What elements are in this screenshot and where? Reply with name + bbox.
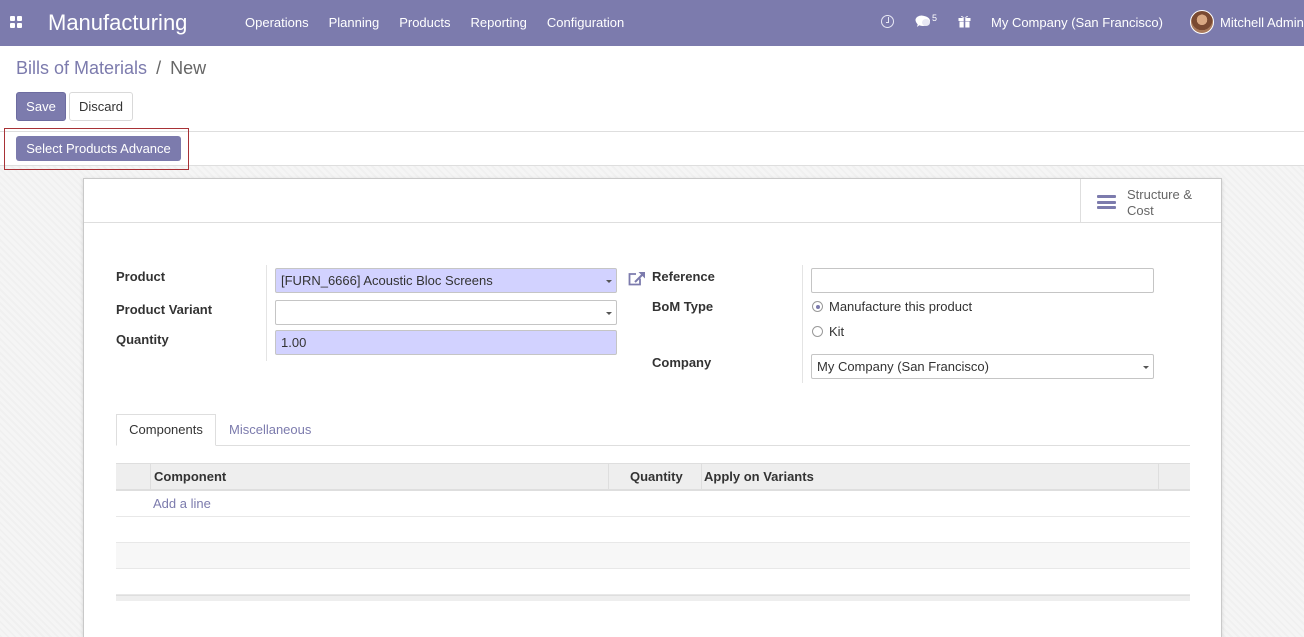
- tab-components[interactable]: Components: [116, 414, 216, 446]
- main-menu: Operations Planning Products Reporting C…: [235, 0, 634, 46]
- form-sheet: Structure & Cost Product Product Variant…: [83, 178, 1222, 637]
- gift-icon[interactable]: [958, 14, 971, 28]
- user-menu[interactable]: Mitchell Admin: [1220, 0, 1304, 46]
- breadcrumb-current: New: [170, 58, 207, 78]
- company-select[interactable]: My Company (San Francisco): [811, 354, 1154, 379]
- product-select[interactable]: [FURN_6666] Acoustic Bloc Screens: [275, 268, 617, 293]
- menu-item-operations[interactable]: Operations: [235, 0, 319, 46]
- column-header-component[interactable]: Component: [154, 464, 226, 489]
- add-a-line-link[interactable]: Add a line: [153, 496, 211, 511]
- discard-button[interactable]: Discard: [69, 92, 133, 121]
- column-header-quantity[interactable]: Quantity: [630, 464, 683, 489]
- column-separator: [608, 464, 609, 489]
- bom-type-label: BoM Type: [652, 299, 714, 314]
- menu-item-products[interactable]: Products: [389, 0, 460, 46]
- company-switcher[interactable]: My Company (San Francisco): [991, 0, 1163, 46]
- right-group-separator: [802, 265, 803, 383]
- product-select-value: [FURN_6666] Acoustic Bloc Screens: [281, 273, 493, 288]
- menu-item-reporting[interactable]: Reporting: [461, 0, 537, 46]
- bom-type-manufacture-label[interactable]: Manufacture this product: [829, 299, 972, 314]
- breadcrumb-parent[interactable]: Bills of Materials: [16, 58, 147, 78]
- smart-button-box: Structure & Cost: [84, 179, 1221, 223]
- menu-item-configuration[interactable]: Configuration: [537, 0, 634, 46]
- company-value: My Company (San Francisco): [817, 359, 989, 374]
- quantity-label: Quantity: [116, 332, 169, 347]
- breadcrumb: Bills of Materials / New: [16, 58, 206, 79]
- company-label: Company: [652, 355, 712, 370]
- reference-input[interactable]: [811, 268, 1154, 293]
- top-navbar: Manufacturing Operations Planning Produc…: [0, 0, 1304, 46]
- bom-type-manufacture-radio[interactable]: [812, 301, 823, 312]
- column-header-apply-on-variants[interactable]: Apply on Variants: [704, 464, 814, 489]
- user-avatar[interactable]: [1190, 10, 1214, 34]
- breadcrumb-separator: /: [156, 58, 162, 78]
- chevron-down-icon: [1143, 366, 1149, 369]
- form-header-statusbar: [0, 132, 1304, 166]
- components-table-header: Component Quantity Apply on Variants: [116, 463, 1190, 491]
- activity-clock-icon[interactable]: [881, 15, 894, 28]
- save-button[interactable]: Save: [16, 92, 66, 121]
- app-title[interactable]: Manufacturing: [48, 10, 187, 36]
- messages-chat-icon[interactable]: [915, 15, 930, 27]
- table-row: [116, 543, 1190, 569]
- table-row: [116, 517, 1190, 543]
- bars-icon: [1097, 195, 1116, 209]
- column-separator: [150, 464, 151, 489]
- product-label: Product: [116, 269, 166, 284]
- left-group-separator: [266, 265, 267, 361]
- table-row: [116, 569, 1190, 595]
- chevron-down-icon: [606, 312, 612, 315]
- quantity-value: 1.00: [281, 335, 307, 350]
- external-link-icon[interactable]: [628, 271, 646, 287]
- quantity-input[interactable]: 1.00: [275, 330, 617, 355]
- highlight-annotation-box: [4, 128, 189, 170]
- bom-type-kit-label[interactable]: Kit: [829, 324, 844, 339]
- column-separator: [1158, 464, 1159, 489]
- product-variant-select[interactable]: [275, 300, 617, 325]
- tab-miscellaneous[interactable]: Miscellaneous: [229, 414, 311, 446]
- apps-menu-icon[interactable]: [10, 16, 23, 28]
- components-table-footer: [116, 595, 1190, 601]
- chevron-down-icon: [606, 280, 612, 283]
- structure-cost-button[interactable]: Structure & Cost: [1080, 179, 1221, 223]
- table-row: Add a line: [116, 491, 1190, 517]
- structure-cost-label: Structure & Cost: [1127, 187, 1193, 218]
- menu-item-planning[interactable]: Planning: [319, 0, 390, 46]
- column-separator: [701, 464, 702, 489]
- bom-type-kit-radio[interactable]: [812, 326, 823, 337]
- messages-count-badge: 5: [932, 13, 938, 23]
- product-variant-label: Product Variant: [116, 302, 213, 317]
- reference-label: Reference: [652, 269, 715, 284]
